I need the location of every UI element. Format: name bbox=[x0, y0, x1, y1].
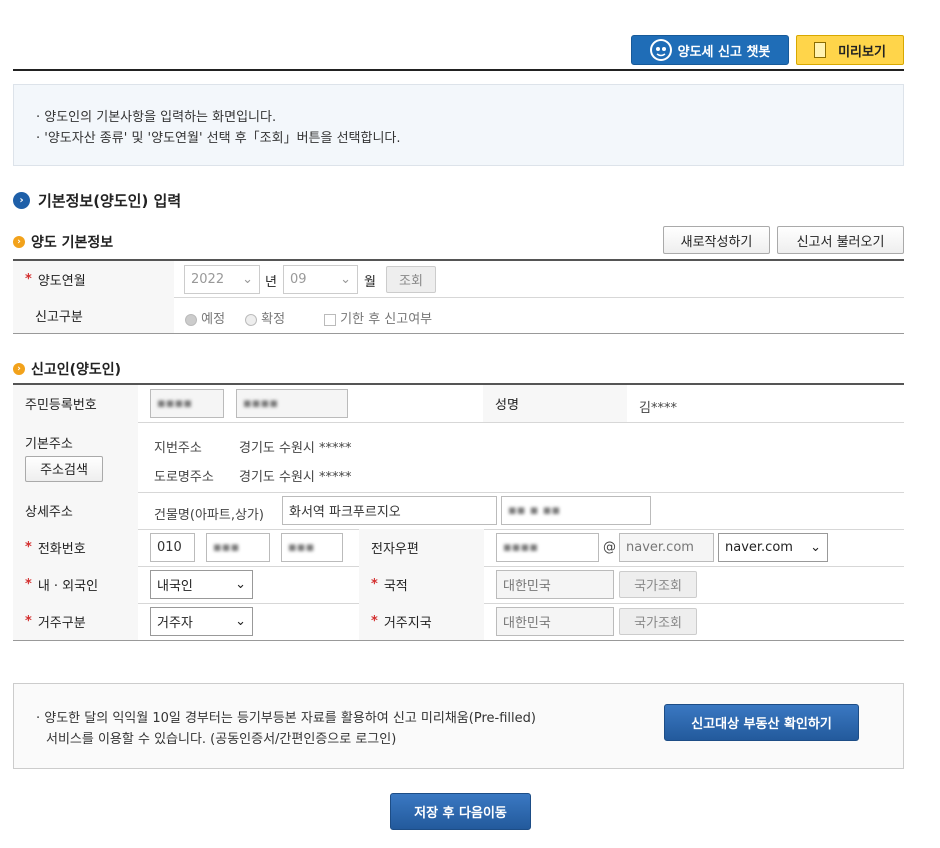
month-unit: 월 bbox=[364, 275, 376, 290]
query-button[interactable]: 조회 bbox=[386, 266, 436, 293]
checkbox-icon bbox=[324, 313, 336, 326]
residence-select[interactable]: 거주자 ⌄ bbox=[150, 607, 253, 636]
country-search-button[interactable]: 국가조회 bbox=[619, 608, 697, 635]
chevron-right-icon: › bbox=[13, 363, 25, 375]
yearmonth-row: * 양도연월 2022 ⌄ 년 09 ⌄ 월 조회 bbox=[13, 261, 904, 298]
lot-address-label: 지번주소 bbox=[154, 441, 202, 456]
month-select[interactable]: 09 ⌄ bbox=[283, 265, 358, 294]
road-address-value: 경기도 수원시 ***** bbox=[239, 470, 352, 485]
detail-address-row: 상세주소 건물명(아파트,상가) 화서역 파크푸르지오 ▪▪ ▪ ▪▪ bbox=[13, 492, 904, 530]
detail-address-label: 상세주소 bbox=[13, 492, 138, 529]
report-type-label: 신고구분 bbox=[13, 297, 174, 333]
yearmonth-label: * 양도연월 bbox=[13, 261, 174, 297]
section-title: › 기본정보(양도인) 입력 bbox=[13, 190, 181, 211]
document-icon bbox=[814, 42, 827, 58]
new-report-button[interactable]: 새로작성하기 bbox=[663, 226, 770, 254]
radio-planned[interactable]: 예정 bbox=[185, 308, 225, 327]
detail-address-input[interactable]: ▪▪ ▪ ▪▪ bbox=[501, 496, 651, 525]
chevron-down-icon: ⌄ bbox=[235, 614, 246, 629]
rrn-back-input: ▪▪▪▪ bbox=[236, 389, 348, 418]
name-label: 성명 bbox=[483, 385, 627, 422]
rrn-front-input: ▪▪▪▪ bbox=[150, 389, 224, 418]
save-next-button[interactable]: 저장 후 다음이동 bbox=[390, 793, 531, 830]
notice-box: · 양도한 달의 익익월 10일 경부터는 등기부등본 자료를 활용하여 신고 … bbox=[13, 683, 904, 769]
top-divider bbox=[13, 69, 904, 71]
report-type-row: 신고구분 예정 확정 기한 후 신고여부 bbox=[13, 297, 904, 334]
chatbot-label: 양도세 신고 챗봇 bbox=[677, 44, 771, 60]
email-id-input[interactable]: ▪▪▪▪ bbox=[496, 533, 599, 562]
residence-row: * 거주구분 거주자 ⌄ * 거주지국 대한민국 국가조회 bbox=[13, 603, 904, 641]
nation-type-select[interactable]: 내국인 ⌄ bbox=[150, 570, 253, 599]
contact-row: * 전화번호 010 ▪▪▪ ▪▪▪ 전자우편 ▪▪▪▪ @ naver.com … bbox=[13, 529, 904, 567]
building-input[interactable]: 화서역 파크푸르지오 bbox=[282, 496, 497, 525]
lot-address-value: 경기도 수원시 ***** bbox=[239, 441, 352, 456]
residence-country-label: * 거주지국 bbox=[359, 603, 484, 640]
chevron-down-icon: ⌄ bbox=[242, 272, 253, 287]
preview-button[interactable]: 미리보기 bbox=[796, 35, 904, 65]
nationality-input: 대한민국 bbox=[496, 570, 614, 599]
radio-icon bbox=[245, 313, 257, 326]
address-row: 기본주소 주소검색 지번주소 경기도 수원시 ***** 도로명주소 경기도 수… bbox=[13, 422, 904, 493]
load-report-button[interactable]: 신고서 불러오기 bbox=[777, 226, 904, 254]
check-property-button[interactable]: 신고대상 부동산 확인하기 bbox=[664, 704, 859, 741]
email-domain-select[interactable]: naver.com ⌄ bbox=[718, 533, 828, 562]
chevron-right-icon: › bbox=[13, 236, 25, 248]
radio-icon bbox=[185, 313, 197, 326]
reporter-title: › 신고인(양도인) bbox=[13, 359, 121, 379]
notice-line: 서비스를 이용할 수 있습니다. (공동인증서/간편인증으로 로그인) bbox=[46, 732, 397, 747]
road-address-label: 도로명주소 bbox=[154, 470, 214, 485]
chevron-down-icon: ⌄ bbox=[810, 540, 821, 555]
phone-middle-input[interactable]: ▪▪▪ bbox=[206, 533, 270, 562]
building-label: 건물명(아파트,상가) bbox=[154, 508, 264, 523]
email-domain-input[interactable]: naver.com bbox=[619, 533, 714, 562]
address-search-button[interactable]: 주소검색 bbox=[25, 455, 103, 482]
chatbot-icon bbox=[649, 39, 672, 61]
nation-row: * 내 · 외국인 내국인 ⌄ * 국적 대한민국 국가조회 bbox=[13, 566, 904, 604]
nation-search-button[interactable]: 국가조회 bbox=[619, 571, 697, 598]
chevron-down-icon: ⌄ bbox=[235, 577, 246, 592]
info-line: · 양도인의 기본사항을 입력하는 화면입니다. bbox=[36, 110, 277, 125]
chevron-down-icon: ⌄ bbox=[340, 272, 351, 287]
address-label: 기본주소 bbox=[25, 436, 73, 452]
email-label: 전자우편 bbox=[359, 529, 484, 566]
radio-confirmed[interactable]: 확정 bbox=[245, 308, 285, 327]
nationality-label: * 국적 bbox=[359, 566, 484, 603]
arrow-right-icon: › bbox=[13, 192, 30, 209]
late-report-checkbox[interactable]: 기한 후 신고여부 bbox=[324, 308, 432, 327]
phone-label: * 전화번호 bbox=[13, 529, 138, 566]
info-box: · 양도인의 기본사항을 입력하는 화면입니다. · '양도자산 종류' 및 '… bbox=[13, 84, 904, 166]
residence-country-input: 대한민국 bbox=[496, 607, 614, 636]
residence-label: * 거주구분 bbox=[13, 603, 138, 640]
rrn-row: 주민등록번호 ▪▪▪▪ ▪▪▪▪ 성명 김**** bbox=[13, 385, 904, 423]
nation-type-label: * 내 · 외국인 bbox=[13, 566, 138, 603]
phone-last-input[interactable]: ▪▪▪ bbox=[281, 533, 343, 562]
year-select[interactable]: 2022 ⌄ bbox=[184, 265, 260, 294]
at-sign: @ bbox=[603, 540, 616, 555]
chatbot-button[interactable]: 양도세 신고 챗봇 bbox=[631, 35, 789, 65]
notice-line: · 양도한 달의 익익월 10일 경부터는 등기부등본 자료를 활용하여 신고 … bbox=[36, 711, 536, 726]
address-label-cell: 기본주소 주소검색 bbox=[13, 422, 138, 492]
info-line: · '양도자산 종류' 및 '양도연월' 선택 후「조회」버튼을 선택합니다. bbox=[36, 131, 401, 146]
preview-label: 미리보기 bbox=[838, 44, 886, 60]
rrn-label: 주민등록번호 bbox=[13, 385, 138, 422]
phone-first-input[interactable]: 010 bbox=[150, 533, 195, 562]
year-unit: 년 bbox=[265, 275, 277, 290]
name-value: 김**** bbox=[639, 401, 677, 416]
basic-info-title: › 양도 기본정보 bbox=[13, 232, 113, 252]
